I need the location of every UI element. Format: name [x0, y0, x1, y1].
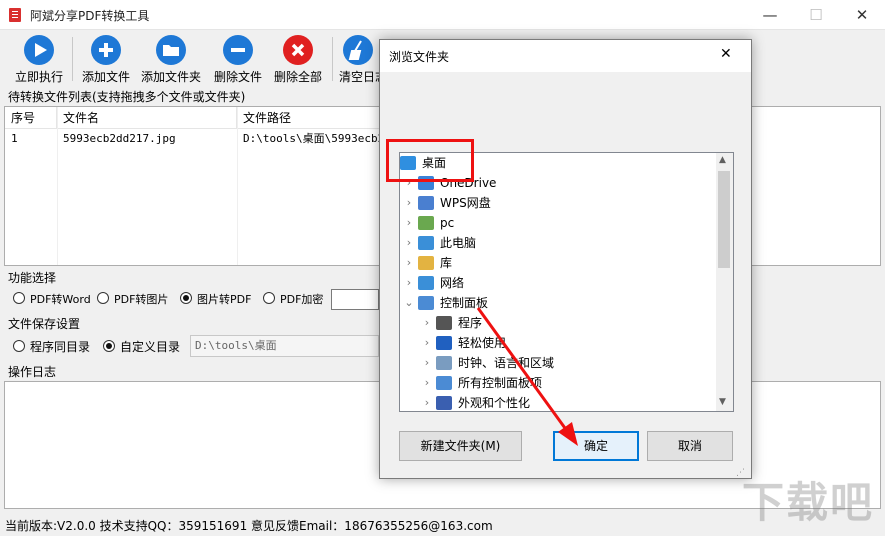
window-title: 阿斌分享PDF转换工具 — [30, 9, 150, 23]
radio-custom-dir-label: 自定义目录 — [120, 340, 181, 354]
all-items-icon — [436, 376, 452, 390]
folder-icon — [156, 35, 186, 65]
tree-item-label: 网络 — [440, 276, 465, 290]
log-group-label: 操作日志 — [8, 365, 57, 379]
play-icon — [24, 35, 54, 65]
tree-item[interactable]: › 网络 — [400, 273, 716, 293]
radio-pdf-encrypt-label: PDF加密 — [280, 293, 324, 306]
radio-image-to-pdf-label: 图片转PDF — [197, 293, 252, 306]
cell-filename: 5993ecb2dd217.jpg — [63, 132, 176, 145]
status-bar: 当前版本:V2.0.0 技术支持QQ：359151691 意见反馈Email：1… — [5, 519, 493, 533]
file-list-group-label: 待转换文件列表(支持拖拽多个文件或文件夹) — [8, 90, 246, 104]
chevron-down-icon[interactable]: ⌄ — [404, 293, 414, 313]
delete-all-icon — [283, 35, 313, 65]
execute-label: 立即执行 — [14, 70, 63, 84]
function-group-label: 功能选择 — [8, 271, 57, 285]
radio-program-dir[interactable] — [13, 340, 25, 352]
network-icon — [418, 276, 434, 290]
radio-pdf-to-image-label: PDF转图片 — [114, 293, 169, 306]
add-folder-label: 添加文件夹 — [140, 70, 201, 84]
delete-all-button[interactable]: 删除全部 — [270, 31, 326, 87]
scrollbar-thumb[interactable] — [718, 171, 730, 268]
chevron-right-icon[interactable]: › — [422, 333, 432, 353]
dialog-title: 浏览文件夹 — [389, 50, 450, 64]
table-row[interactable]: 1 5993ecb2dd217.jpg D:\tools\桌面\5993ecb2… — [5, 129, 425, 149]
tree-item[interactable]: › pc — [400, 213, 716, 233]
computer-icon — [418, 236, 434, 250]
title-bar: 阿斌分享PDF转换工具 — ☐ ✕ — [0, 0, 885, 30]
tree-item-label: 此电脑 — [440, 236, 477, 250]
cell-index: 1 — [11, 132, 18, 145]
column-header-filename[interactable]: 文件名 — [57, 107, 237, 129]
clear-log-button[interactable]: 清空日志 — [337, 31, 379, 87]
resize-grip-icon[interactable]: ⋰ — [736, 468, 748, 478]
radio-pdf-encrypt[interactable] — [263, 292, 275, 304]
custom-dir-path-field[interactable]: D:\tools\桌面 — [190, 335, 379, 357]
wps-cloud-icon — [418, 196, 434, 210]
add-folder-button[interactable]: 添加文件夹 — [140, 31, 202, 87]
minimize-button[interactable]: — — [747, 0, 793, 30]
save-group-label: 文件保存设置 — [8, 317, 81, 331]
column-header-index[interactable]: 序号 — [5, 107, 57, 129]
cancel-button[interactable]: 取消 — [647, 431, 733, 461]
user-icon — [418, 216, 434, 230]
delete-file-label: 删除文件 — [213, 70, 262, 84]
chevron-right-icon[interactable]: › — [422, 353, 432, 373]
tree-item-label: pc — [440, 216, 455, 230]
maximize-button[interactable]: ☐ — [793, 0, 839, 30]
radio-pdf-to-word-label: PDF转Word — [30, 293, 91, 306]
execute-button[interactable]: 立即执行 — [10, 31, 68, 87]
dialog-close-button[interactable]: ✕ — [720, 46, 732, 62]
annotation-arrow — [476, 307, 578, 446]
radio-image-to-pdf[interactable] — [180, 292, 192, 304]
highlight-box — [386, 139, 474, 182]
clock-icon — [436, 356, 452, 370]
cell-path: D:\tools\桌面\5993ecb2d — [243, 132, 387, 145]
chevron-right-icon[interactable]: › — [404, 273, 414, 293]
toolbar-separator — [332, 37, 333, 81]
password-input[interactable] — [331, 289, 379, 310]
delete-all-label: 删除全部 — [273, 70, 322, 84]
chevron-right-icon[interactable]: › — [422, 373, 432, 393]
chevron-right-icon[interactable]: › — [404, 213, 414, 233]
chevron-right-icon[interactable]: › — [404, 253, 414, 273]
chevron-right-icon[interactable]: › — [404, 233, 414, 253]
app-icon — [9, 8, 21, 22]
control-panel-icon — [418, 296, 434, 310]
broom-icon — [343, 35, 373, 65]
tree-item[interactable]: › WPS网盘 — [400, 193, 716, 213]
ease-of-access-icon — [436, 336, 452, 350]
radio-program-dir-label: 程序同目录 — [30, 340, 91, 354]
plus-icon — [91, 35, 121, 65]
tree-item-label: 库 — [440, 256, 453, 270]
add-file-button[interactable]: 添加文件 — [77, 31, 135, 87]
tree-item[interactable]: › 此电脑 — [400, 233, 716, 253]
add-file-label: 添加文件 — [81, 70, 130, 84]
chevron-right-icon[interactable]: › — [404, 193, 414, 213]
radio-pdf-to-word[interactable] — [13, 292, 25, 304]
tree-scrollbar[interactable]: ▲ ▼ — [716, 153, 733, 411]
tree-item-label: WPS网盘 — [440, 196, 491, 210]
minus-icon — [223, 35, 253, 65]
watermark: 下载吧 — [742, 478, 875, 527]
library-icon — [418, 256, 434, 270]
radio-pdf-to-image[interactable] — [97, 292, 109, 304]
dialog-title-bar: 浏览文件夹 ✕ — [380, 40, 751, 72]
appearance-icon — [436, 396, 452, 410]
radio-custom-dir[interactable] — [103, 340, 115, 352]
chevron-right-icon[interactable]: › — [422, 313, 432, 333]
scroll-down-arrow-icon[interactable]: ▼ — [719, 397, 726, 407]
chevron-right-icon[interactable]: › — [422, 393, 432, 411]
toolbar-separator — [72, 37, 73, 81]
tree-item[interactable]: › 库 — [400, 253, 716, 273]
scroll-up-arrow-icon[interactable]: ▲ — [719, 155, 726, 165]
clear-log-label: 清空日志 — [339, 70, 379, 84]
programs-icon — [436, 316, 452, 330]
delete-file-button[interactable]: 删除文件 — [209, 31, 267, 87]
close-button[interactable]: ✕ — [839, 0, 885, 30]
